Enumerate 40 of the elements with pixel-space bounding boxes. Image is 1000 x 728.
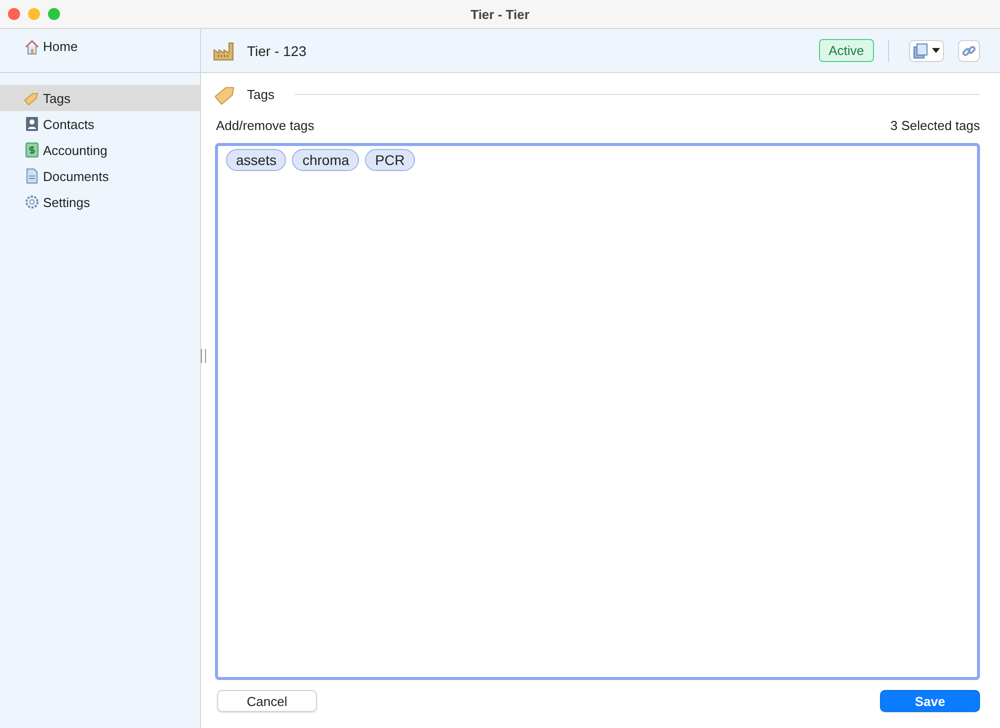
sidebar-item[interactable]: Accounting [0,137,200,163]
window-title: Tier - Tier [470,6,530,22]
contact-card-icon [24,116,40,132]
link-button[interactable] [958,40,980,62]
copy-dropdown-button[interactable] [909,40,944,62]
sidebar-item[interactable]: Settings [0,189,200,215]
sidebar-item[interactable]: Tags [0,85,200,111]
selected-count: 3 Selected tags [890,118,980,133]
save-button[interactable]: Save [880,690,980,712]
sidebar-label: Home [43,39,78,54]
cancel-button[interactable]: Cancel [217,690,317,712]
section-title: Tags [247,86,274,102]
settings-icon [24,194,40,210]
sidebar-label: Contacts [43,116,94,132]
tag-chip[interactable]: assets [226,149,286,171]
dollar-document-icon [24,142,40,158]
sidebar-label: Settings [43,194,90,210]
tag-chip[interactable]: PCR [365,149,415,171]
sidebar-item[interactable]: Contacts [0,111,200,137]
copy-icon [913,42,929,58]
sidebar-item[interactable]: Documents [0,163,200,189]
field-label: Add/remove tags [216,118,314,133]
sidebar-label: Documents [43,168,109,184]
tags-input-field[interactable]: assets chroma PCR [215,143,980,680]
sidebar-label: Tags [43,90,70,106]
record-title: Tier - 123 [247,42,306,58]
tag-icon [24,90,40,106]
sidebar-label: Accounting [43,142,108,158]
status-badge: Active [818,39,874,62]
home-icon [24,38,40,54]
document-icon [24,168,40,184]
tag-chip[interactable]: chroma [292,149,360,171]
splitter-handle[interactable] [201,349,206,363]
close-button[interactable] [8,8,20,20]
link-icon [962,44,976,58]
sidebar-item[interactable]: Home [24,29,200,55]
caret-icon [932,48,940,53]
factory-icon [213,40,235,60]
minimize-button[interactable] [28,8,40,20]
zoom-button[interactable] [48,8,60,20]
